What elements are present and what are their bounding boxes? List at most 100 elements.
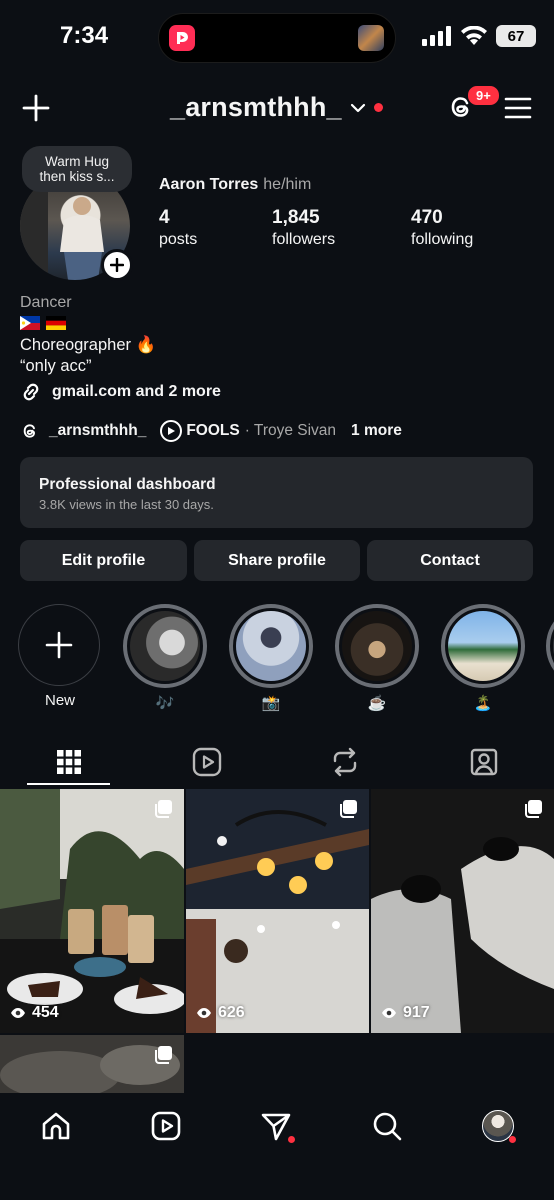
plus-icon bbox=[45, 631, 73, 659]
highlight-new[interactable]: New bbox=[18, 604, 102, 709]
carousel-icon bbox=[155, 800, 172, 818]
post-thumbnail-4[interactable] bbox=[0, 1035, 184, 1093]
album-art-icon bbox=[358, 25, 384, 51]
reposts-icon bbox=[333, 747, 356, 777]
bottom-nav bbox=[0, 1093, 554, 1200]
nav-search[interactable] bbox=[369, 1108, 405, 1144]
threads-icon bbox=[23, 424, 35, 438]
account-switcher[interactable]: _arnsmthhh_ bbox=[170, 92, 383, 123]
eye-icon bbox=[11, 1008, 25, 1018]
view-count-text: 454 bbox=[32, 1004, 59, 1021]
search-icon bbox=[373, 1112, 402, 1141]
philippines-flag-icon bbox=[20, 316, 40, 330]
home-icon bbox=[42, 1112, 70, 1140]
more-link[interactable]: 1 more bbox=[351, 422, 402, 440]
play-icon[interactable] bbox=[160, 420, 183, 442]
highlight-music[interactable]: 🎶 bbox=[123, 604, 207, 712]
header-username: _arnsmthhh_ bbox=[170, 92, 342, 122]
note-bubble[interactable]: Warm Hug then kiss s... bbox=[22, 146, 132, 192]
new-highlight-ring bbox=[18, 604, 100, 686]
highlight-partial[interactable] bbox=[546, 604, 554, 688]
dashboard-title: Professional dashboard bbox=[39, 476, 216, 493]
threads-handle[interactable]: _arnsmthhh_ bbox=[49, 422, 146, 440]
messages-icon bbox=[261, 1113, 291, 1141]
stat-following[interactable]: 470 following bbox=[411, 207, 473, 251]
stat-posts[interactable]: 4 posts bbox=[159, 207, 197, 251]
highlight-label: 🏝️ bbox=[473, 695, 493, 712]
highlight-cover bbox=[342, 611, 412, 681]
view-count: 626 bbox=[196, 1004, 245, 1022]
contact-button[interactable]: Contact bbox=[367, 540, 533, 581]
edit-profile-button[interactable]: Edit profile bbox=[20, 540, 187, 581]
profile-header: _arnsmthhh_ 9+ bbox=[0, 82, 554, 134]
active-tab-indicator bbox=[27, 783, 110, 785]
notification-badge: 9+ bbox=[466, 84, 501, 107]
song-title[interactable]: FOOLS bbox=[186, 422, 239, 440]
stat-label: following bbox=[411, 231, 474, 248]
menu-icon[interactable] bbox=[504, 96, 532, 120]
carousel-icon bbox=[525, 800, 542, 818]
threads-music-row: _arnsmthhh_ FOOLS · Troye Sivan 1 more bbox=[20, 420, 402, 442]
tab-grid[interactable] bbox=[27, 738, 110, 786]
post-thumbnail-1[interactable]: 454 bbox=[0, 789, 184, 1033]
reels-icon bbox=[151, 1111, 181, 1141]
music-app-icon bbox=[169, 25, 195, 51]
tab-tagged[interactable] bbox=[442, 738, 525, 786]
highlight-camera[interactable]: 📸 bbox=[229, 604, 313, 712]
stat-followers[interactable]: 1,845 followers bbox=[272, 207, 335, 251]
carousel-icon bbox=[155, 1046, 172, 1064]
highlight-label: 🎶 bbox=[155, 695, 175, 712]
notification-dot bbox=[373, 103, 383, 112]
view-count-text: 917 bbox=[403, 1004, 430, 1021]
wifi-icon bbox=[461, 26, 487, 45]
highlight-label: ☕️ bbox=[367, 695, 387, 712]
view-count-text: 626 bbox=[218, 1004, 245, 1021]
add-story-button[interactable] bbox=[101, 249, 133, 281]
full-name: Aaron Torres bbox=[159, 176, 259, 193]
note-text-line1: Warm Hug bbox=[44, 154, 109, 169]
grid-icon bbox=[56, 750, 81, 774]
nav-reels[interactable] bbox=[148, 1108, 184, 1144]
nav-home[interactable] bbox=[38, 1108, 74, 1144]
highlight-coffee[interactable]: ☕️ bbox=[335, 604, 419, 712]
bio-line-1: Choreographer 🔥 bbox=[20, 336, 157, 354]
tagged-icon bbox=[470, 748, 497, 776]
link-text: gmail.com and 2 more bbox=[52, 383, 221, 400]
view-count: 454 bbox=[10, 1004, 59, 1022]
nav-profile[interactable] bbox=[480, 1108, 516, 1144]
highlight-cover bbox=[448, 611, 518, 681]
professional-dashboard[interactable]: Professional dashboard 3.8K views in the… bbox=[20, 457, 533, 528]
post-image bbox=[0, 789, 184, 1033]
dashboard-subtitle: 3.8K views in the last 30 days. bbox=[39, 497, 214, 512]
name-row: Aaron Torres he/him bbox=[159, 176, 311, 194]
nav-messages[interactable] bbox=[258, 1108, 295, 1144]
share-profile-button[interactable]: Share profile bbox=[194, 540, 360, 581]
eye-icon bbox=[382, 1008, 396, 1018]
post-thumbnail-2[interactable]: 626 bbox=[186, 789, 369, 1033]
post-thumbnail-3[interactable]: 917 bbox=[371, 789, 554, 1033]
status-time: 7:34 bbox=[60, 22, 109, 49]
bio-flags bbox=[20, 316, 66, 330]
eye-icon bbox=[197, 1008, 211, 1018]
highlight-cover bbox=[236, 611, 306, 681]
stat-number: 470 bbox=[411, 207, 443, 228]
plus-icon[interactable] bbox=[22, 94, 50, 122]
signal-icon bbox=[422, 26, 451, 46]
link-icon bbox=[23, 383, 39, 401]
post-image bbox=[186, 789, 369, 1033]
bio-links[interactable]: gmail.com and 2 more bbox=[20, 381, 221, 403]
post-image bbox=[371, 789, 554, 1033]
bio-line-2: “only acc” bbox=[20, 357, 92, 375]
pronouns: he/him bbox=[263, 176, 312, 193]
highlight-beach[interactable]: 🏝️ bbox=[441, 604, 525, 712]
note-text-line2: then kiss s... bbox=[39, 169, 115, 184]
highlight-label: New bbox=[44, 692, 75, 709]
tab-reels[interactable] bbox=[165, 738, 248, 786]
stat-label: posts bbox=[159, 231, 198, 248]
status-bar: 7:34 67 bbox=[0, 0, 554, 76]
dynamic-island[interactable] bbox=[158, 13, 396, 63]
stat-number: 1,845 bbox=[272, 207, 320, 228]
tab-reposts[interactable] bbox=[303, 738, 386, 786]
reels-icon bbox=[192, 747, 221, 777]
highlight-cover bbox=[130, 611, 200, 681]
